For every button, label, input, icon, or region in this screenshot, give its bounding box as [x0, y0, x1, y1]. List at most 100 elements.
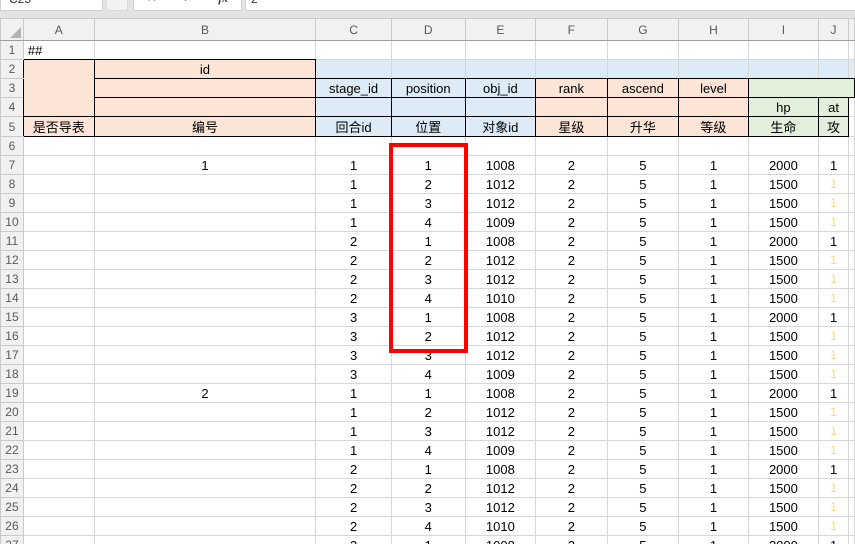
cell-A14[interactable] — [23, 289, 94, 308]
cell-E27[interactable]: 1008 — [465, 536, 536, 544]
cell-J19[interactable]: 1 — [819, 384, 849, 403]
cell-D24[interactable]: 2 — [391, 479, 465, 498]
row-header-13[interactable]: 13 — [1, 270, 24, 289]
name-box-dropdown[interactable] — [106, 0, 128, 11]
cell-E13[interactable]: 1012 — [465, 270, 536, 289]
cell-K18[interactable] — [848, 365, 854, 384]
cell-E24[interactable]: 1012 — [465, 479, 536, 498]
cell-E17[interactable]: 1012 — [465, 346, 536, 365]
cell-A19[interactable] — [23, 384, 94, 403]
cell-B11[interactable] — [94, 232, 316, 251]
cell-B18[interactable] — [94, 365, 316, 384]
cell-B20[interactable] — [94, 403, 316, 422]
cell-I10[interactable]: 1500 — [748, 213, 818, 232]
row-header-22[interactable]: 22 — [1, 441, 24, 460]
cell-A13[interactable] — [23, 270, 94, 289]
cell-H12[interactable]: 1 — [679, 251, 748, 270]
cell-E25[interactable]: 1012 — [465, 498, 536, 517]
cell-E8[interactable]: 1012 — [465, 175, 536, 194]
cell-C14[interactable]: 2 — [316, 289, 392, 308]
cell-E6[interactable] — [465, 137, 536, 156]
cell-B10[interactable] — [94, 213, 316, 232]
cell-B23[interactable] — [94, 460, 316, 479]
cell-D23[interactable]: 1 — [391, 460, 465, 479]
cell-A21[interactable] — [23, 422, 94, 441]
cell-J18[interactable]: 1 — [819, 365, 849, 384]
cell-B5[interactable]: 编号 — [94, 117, 316, 137]
cell-K24[interactable] — [848, 479, 854, 498]
row-header-16[interactable]: 16 — [1, 327, 24, 346]
cell-K16[interactable] — [848, 327, 854, 346]
row-header-6[interactable]: 6 — [1, 137, 24, 156]
cell-J2[interactable] — [819, 60, 849, 79]
cell-H10[interactable]: 1 — [679, 213, 748, 232]
cell-A9[interactable] — [23, 194, 94, 213]
cell-E1[interactable] — [465, 41, 536, 60]
row-header-26[interactable]: 26 — [1, 517, 24, 536]
cell-E2[interactable] — [465, 60, 536, 79]
cell-K23[interactable] — [848, 460, 854, 479]
cell-J14[interactable]: 1 — [819, 289, 849, 308]
cell-F13[interactable]: 2 — [536, 270, 607, 289]
row-header-10[interactable]: 10 — [1, 213, 24, 232]
cell-J13[interactable]: 1 — [819, 270, 849, 289]
cell-J12[interactable]: 1 — [819, 251, 849, 270]
cell-B16[interactable] — [94, 327, 316, 346]
cell-F5[interactable]: 星级 — [536, 117, 607, 137]
cell-I7[interactable]: 2000 — [748, 156, 818, 175]
column-header-A[interactable]: A — [23, 19, 94, 41]
cell-K1[interactable] — [848, 41, 854, 60]
cell-I27[interactable]: 2000 — [748, 536, 818, 544]
row-header-2[interactable]: 2 — [1, 60, 24, 79]
row-header-5[interactable]: 5 — [1, 117, 24, 137]
cell-H22[interactable]: 1 — [679, 441, 748, 460]
cell-G6[interactable] — [607, 137, 679, 156]
row-header-20[interactable]: 20 — [1, 403, 24, 422]
cell-J8[interactable]: 1 — [819, 175, 849, 194]
cell-J24[interactable]: 1 — [819, 479, 849, 498]
cell-K8[interactable] — [848, 175, 854, 194]
cell-G9[interactable]: 5 — [607, 194, 679, 213]
cell-E18[interactable]: 1009 — [465, 365, 536, 384]
cell-F21[interactable]: 2 — [536, 422, 607, 441]
cell-H16[interactable]: 1 — [679, 327, 748, 346]
cell-G18[interactable]: 5 — [607, 365, 679, 384]
cell-E11[interactable]: 1008 — [465, 232, 536, 251]
select-all-button[interactable] — [1, 19, 24, 41]
cell-K5[interactable] — [848, 117, 854, 137]
cell-D27[interactable]: 1 — [391, 536, 465, 544]
cell-G27[interactable]: 5 — [607, 536, 679, 544]
cell-A5[interactable]: 是否导表 — [23, 117, 94, 137]
cell-C4[interactable] — [316, 98, 392, 117]
cell-B1[interactable] — [94, 41, 316, 60]
cell-E3[interactable]: obj_id — [465, 79, 536, 98]
cell-D4[interactable] — [391, 98, 465, 117]
cell-F10[interactable]: 2 — [536, 213, 607, 232]
cell-G4[interactable] — [607, 98, 679, 117]
cell-D3[interactable]: position — [391, 79, 465, 98]
cell-G8[interactable]: 5 — [607, 175, 679, 194]
cell-G5[interactable]: 升华 — [607, 117, 679, 137]
cell-I25[interactable]: 1500 — [748, 498, 818, 517]
cell-B8[interactable] — [94, 175, 316, 194]
cell-F4[interactable] — [536, 98, 607, 117]
cell-A15[interactable] — [23, 308, 94, 327]
cell-J21[interactable]: 1 — [819, 422, 849, 441]
cell-I23[interactable]: 2000 — [748, 460, 818, 479]
cell-H3[interactable]: level — [679, 79, 748, 98]
cell-H27[interactable]: 1 — [679, 536, 748, 544]
cell-G13[interactable]: 5 — [607, 270, 679, 289]
column-header-H[interactable]: H — [679, 19, 748, 41]
cell-H20[interactable]: 1 — [679, 403, 748, 422]
cell-K27[interactable] — [848, 536, 854, 544]
row-header-1[interactable]: 1 — [1, 41, 24, 60]
cell-B7[interactable]: 1 — [94, 156, 316, 175]
cell-A20[interactable] — [23, 403, 94, 422]
cell-J6[interactable] — [819, 137, 849, 156]
cell-H5[interactable]: 等级 — [679, 117, 748, 137]
cell-B21[interactable] — [94, 422, 316, 441]
cell-I16[interactable]: 1500 — [748, 327, 818, 346]
row-header-27[interactable]: 27 — [1, 536, 24, 544]
cell-I1[interactable] — [748, 41, 818, 60]
cell-I20[interactable]: 1500 — [748, 403, 818, 422]
